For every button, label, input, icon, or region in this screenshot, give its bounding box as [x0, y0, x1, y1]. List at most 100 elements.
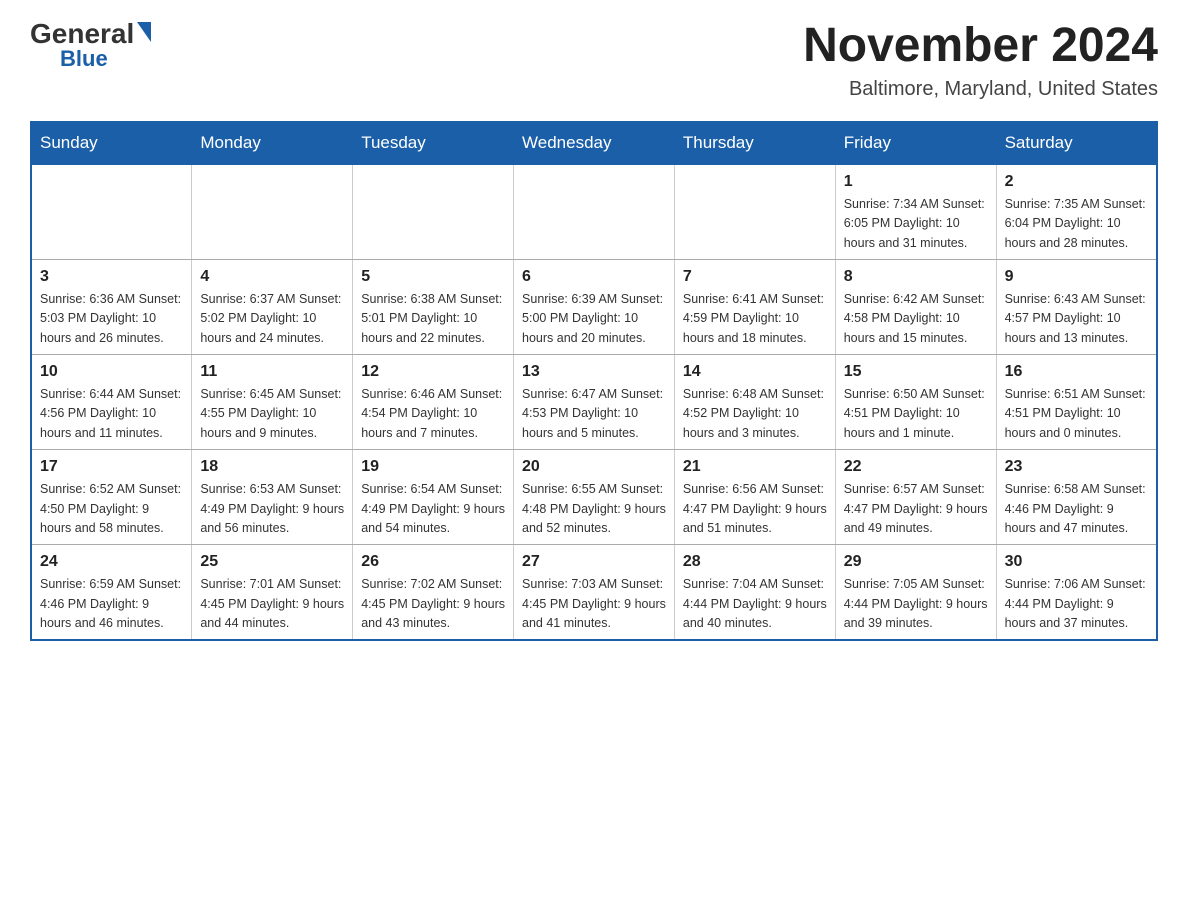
logo: General Blue — [30, 20, 151, 70]
day-number: 22 — [844, 458, 988, 476]
logo-triangle-icon — [137, 22, 151, 42]
page-header: General Blue November 2024 Baltimore, Ma… — [30, 20, 1158, 101]
day-number: 21 — [683, 458, 827, 476]
day-number: 17 — [40, 458, 183, 476]
day-info: Sunrise: 6:53 AM Sunset: 4:49 PM Dayligh… — [200, 480, 344, 538]
calendar-cell: 26Sunrise: 7:02 AM Sunset: 4:45 PM Dayli… — [353, 545, 514, 641]
calendar-cell: 10 Sunrise: 6:44 AM Sunset: 4:56 PM Dayli… — [31, 355, 192, 450]
calendar-cell: 3 Sunrise: 6:36 AM Sunset: 5:03 PM Daylig… — [31, 259, 192, 354]
day-number: 6 — [522, 268, 666, 286]
calendar-day-header: Sunday — [31, 122, 192, 164]
logo-blue-text: Blue — [60, 48, 108, 70]
day-number: 19 — [361, 458, 505, 476]
calendar-cell: 11 Sunrise: 6:45 AM Sunset: 4:55 PM Dayli… — [192, 355, 353, 450]
day-number: 24 — [40, 553, 183, 571]
day-number: 29 — [844, 553, 988, 571]
calendar-week-row: 17 Sunrise: 6:52 AM Sunset: 4:50 PM Dayli… — [31, 450, 1157, 545]
day-info: Sunrise: 6:38 AM Sunset: 5:01 PM Dayligh… — [361, 290, 505, 348]
calendar-cell — [674, 164, 835, 260]
calendar-table: SundayMondayTuesdayWednesdayThursdayFrid… — [30, 121, 1158, 642]
calendar-cell — [353, 164, 514, 260]
day-info: Sunrise: 6:56 AM Sunset: 4:47 PM Dayligh… — [683, 480, 827, 538]
day-info: Sunrise: 6:41 AM Sunset: 4:59 PM Dayligh… — [683, 290, 827, 348]
day-number: 10 — [40, 363, 183, 381]
calendar-header-row: SundayMondayTuesdayWednesdayThursdayFrid… — [31, 122, 1157, 164]
day-info: Sunrise: 6:59 AM Sunset: 4:46 PM Dayligh… — [40, 575, 183, 633]
day-number: 15 — [844, 363, 988, 381]
calendar-cell: 14 Sunrise: 6:48 AM Sunset: 4:52 PM Dayli… — [674, 355, 835, 450]
day-info: Sunrise: 6:48 AM Sunset: 4:52 PM Dayligh… — [683, 385, 827, 443]
calendar-cell: 4Sunrise: 6:37 AM Sunset: 5:02 PM Daylig… — [192, 259, 353, 354]
day-number: 3 — [40, 268, 183, 286]
day-number: 23 — [1005, 458, 1148, 476]
day-info: Sunrise: 6:50 AM Sunset: 4:51 PM Dayligh… — [844, 385, 988, 443]
day-number: 8 — [844, 268, 988, 286]
calendar-cell: 23 Sunrise: 6:58 AM Sunset: 4:46 PM Dayli… — [996, 450, 1157, 545]
calendar-cell: 29 Sunrise: 7:05 AM Sunset: 4:44 PM Dayli… — [835, 545, 996, 641]
day-number: 2 — [1005, 173, 1148, 191]
calendar-cell: 2 Sunrise: 7:35 AM Sunset: 6:04 PM Daylig… — [996, 164, 1157, 260]
calendar-cell: 13 Sunrise: 6:47 AM Sunset: 4:53 PM Dayli… — [514, 355, 675, 450]
day-number: 13 — [522, 363, 666, 381]
day-number: 28 — [683, 553, 827, 571]
day-info: Sunrise: 6:58 AM Sunset: 4:46 PM Dayligh… — [1005, 480, 1148, 538]
calendar-cell — [31, 164, 192, 260]
day-number: 12 — [361, 363, 505, 381]
calendar-cell: 6 Sunrise: 6:39 AM Sunset: 5:00 PM Daylig… — [514, 259, 675, 354]
calendar-cell: 19Sunrise: 6:54 AM Sunset: 4:49 PM Dayli… — [353, 450, 514, 545]
day-info: Sunrise: 7:34 AM Sunset: 6:05 PM Dayligh… — [844, 195, 988, 253]
calendar-week-row: 24 Sunrise: 6:59 AM Sunset: 4:46 PM Dayli… — [31, 545, 1157, 641]
calendar-day-header: Monday — [192, 122, 353, 164]
logo-general-text: General — [30, 20, 134, 48]
calendar-day-header: Wednesday — [514, 122, 675, 164]
day-info: Sunrise: 7:06 AM Sunset: 4:44 PM Dayligh… — [1005, 575, 1148, 633]
location-text: Baltimore, Maryland, United States — [803, 78, 1158, 101]
calendar-cell: 22Sunrise: 6:57 AM Sunset: 4:47 PM Dayli… — [835, 450, 996, 545]
calendar-cell: 17 Sunrise: 6:52 AM Sunset: 4:50 PM Dayli… — [31, 450, 192, 545]
calendar-cell — [514, 164, 675, 260]
calendar-cell: 21 Sunrise: 6:56 AM Sunset: 4:47 PM Dayli… — [674, 450, 835, 545]
day-number: 7 — [683, 268, 827, 286]
day-info: Sunrise: 6:36 AM Sunset: 5:03 PM Dayligh… — [40, 290, 183, 348]
day-number: 16 — [1005, 363, 1148, 381]
calendar-day-header: Tuesday — [353, 122, 514, 164]
calendar-cell: 7 Sunrise: 6:41 AM Sunset: 4:59 PM Daylig… — [674, 259, 835, 354]
day-number: 4 — [200, 268, 344, 286]
day-info: Sunrise: 6:45 AM Sunset: 4:55 PM Dayligh… — [200, 385, 344, 443]
calendar-cell: 20 Sunrise: 6:55 AM Sunset: 4:48 PM Dayli… — [514, 450, 675, 545]
calendar-cell: 27Sunrise: 7:03 AM Sunset: 4:45 PM Dayli… — [514, 545, 675, 641]
day-number: 14 — [683, 363, 827, 381]
day-number: 20 — [522, 458, 666, 476]
day-number: 26 — [361, 553, 505, 571]
calendar-cell: 24 Sunrise: 6:59 AM Sunset: 4:46 PM Dayli… — [31, 545, 192, 641]
calendar-cell: 16 Sunrise: 6:51 AM Sunset: 4:51 PM Dayli… — [996, 355, 1157, 450]
calendar-cell: 5 Sunrise: 6:38 AM Sunset: 5:01 PM Daylig… — [353, 259, 514, 354]
title-area: November 2024 Baltimore, Maryland, Unite… — [803, 20, 1158, 101]
day-number: 11 — [200, 363, 344, 381]
day-info: Sunrise: 6:43 AM Sunset: 4:57 PM Dayligh… — [1005, 290, 1148, 348]
day-info: Sunrise: 6:51 AM Sunset: 4:51 PM Dayligh… — [1005, 385, 1148, 443]
calendar-cell: 25Sunrise: 7:01 AM Sunset: 4:45 PM Dayli… — [192, 545, 353, 641]
day-info: Sunrise: 6:46 AM Sunset: 4:54 PM Dayligh… — [361, 385, 505, 443]
day-number: 9 — [1005, 268, 1148, 286]
day-info: Sunrise: 6:39 AM Sunset: 5:00 PM Dayligh… — [522, 290, 666, 348]
calendar-week-row: 1 Sunrise: 7:34 AM Sunset: 6:05 PM Daylig… — [31, 164, 1157, 260]
day-info: Sunrise: 6:44 AM Sunset: 4:56 PM Dayligh… — [40, 385, 183, 443]
day-info: Sunrise: 6:52 AM Sunset: 4:50 PM Dayligh… — [40, 480, 183, 538]
calendar-cell: 8Sunrise: 6:42 AM Sunset: 4:58 PM Daylig… — [835, 259, 996, 354]
calendar-cell: 9 Sunrise: 6:43 AM Sunset: 4:57 PM Daylig… — [996, 259, 1157, 354]
day-number: 1 — [844, 173, 988, 191]
day-info: Sunrise: 6:47 AM Sunset: 4:53 PM Dayligh… — [522, 385, 666, 443]
day-info: Sunrise: 7:35 AM Sunset: 6:04 PM Dayligh… — [1005, 195, 1148, 253]
day-info: Sunrise: 7:03 AM Sunset: 4:45 PM Dayligh… — [522, 575, 666, 633]
day-number: 5 — [361, 268, 505, 286]
calendar-week-row: 10 Sunrise: 6:44 AM Sunset: 4:56 PM Dayli… — [31, 355, 1157, 450]
calendar-cell: 12 Sunrise: 6:46 AM Sunset: 4:54 PM Dayli… — [353, 355, 514, 450]
calendar-day-header: Friday — [835, 122, 996, 164]
day-number: 30 — [1005, 553, 1148, 571]
calendar-week-row: 3 Sunrise: 6:36 AM Sunset: 5:03 PM Daylig… — [31, 259, 1157, 354]
calendar-cell: 30 Sunrise: 7:06 AM Sunset: 4:44 PM Dayli… — [996, 545, 1157, 641]
day-info: Sunrise: 6:55 AM Sunset: 4:48 PM Dayligh… — [522, 480, 666, 538]
calendar-day-header: Thursday — [674, 122, 835, 164]
day-info: Sunrise: 7:05 AM Sunset: 4:44 PM Dayligh… — [844, 575, 988, 633]
